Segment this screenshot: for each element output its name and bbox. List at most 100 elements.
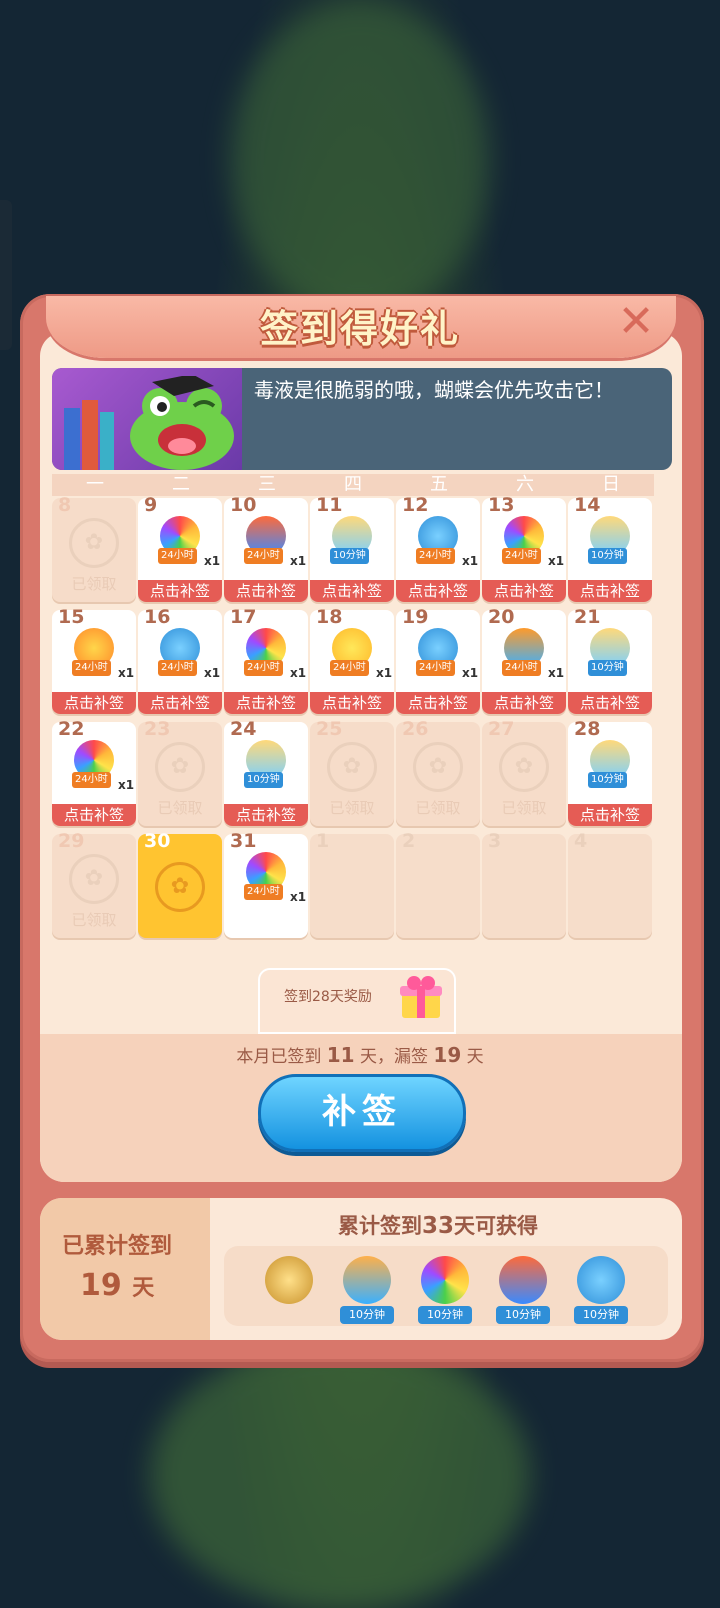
weekday-label: 日 bbox=[568, 474, 654, 496]
tip-banner: 毒液是很脆弱的哦，蝴蝶会优先攻击它！ bbox=[52, 368, 672, 470]
duration-tag: 24小时 bbox=[502, 660, 541, 676]
duration-tag: 24小时 bbox=[72, 660, 111, 676]
quantity-label: x1 bbox=[462, 554, 479, 568]
calendar-day[interactable]: 11 10分钟 点击补签 bbox=[310, 494, 394, 602]
duration-tag: 24小时 bbox=[72, 772, 111, 788]
makeup-cell-button[interactable]: 点击补签 bbox=[396, 580, 480, 602]
quantity-label: x1 bbox=[204, 666, 221, 680]
makeup-cell-button[interactable]: 点击补签 bbox=[310, 692, 394, 714]
weekday-label: 二 bbox=[138, 474, 224, 496]
makeup-cell-button[interactable]: 点击补签 bbox=[310, 580, 394, 602]
calendar-day[interactable]: 15 24小时 x1 点击补签 bbox=[52, 606, 136, 714]
day-number: 15 bbox=[58, 606, 85, 628]
calendar-day: 29 ✿ 已领取 bbox=[52, 830, 136, 938]
calendar-day: 3 bbox=[482, 830, 566, 938]
signin-stats: 本月已签到 11 天，漏签 19 天 bbox=[236, 1043, 484, 1067]
weekday-label: 四 bbox=[310, 474, 396, 496]
calendar-day: 2 bbox=[396, 830, 480, 938]
calendar-day[interactable]: 21 10分钟 点击补签 bbox=[568, 606, 652, 714]
duration-tag: 24小时 bbox=[502, 548, 541, 564]
reward-duration: 10分钟 bbox=[496, 1306, 550, 1324]
duration-tag: 24小时 bbox=[416, 548, 455, 564]
calendar-day[interactable]: 24 10分钟点击补签 bbox=[224, 718, 308, 826]
calendar-day[interactable]: 28 10分钟 点击补签 bbox=[568, 718, 652, 826]
day-number: 24 bbox=[230, 718, 257, 740]
makeup-cell-button[interactable]: 点击补签 bbox=[568, 692, 652, 714]
quantity-label: x1 bbox=[548, 666, 565, 680]
duration-tag: 24小时 bbox=[416, 660, 455, 676]
cumulative-reward[interactable]: 10分钟 bbox=[570, 1256, 632, 1324]
makeup-cell-button[interactable]: 点击补签 bbox=[396, 692, 480, 714]
day-number: 8 bbox=[58, 494, 72, 516]
cumulative-reward[interactable]: 10分钟 bbox=[492, 1256, 554, 1324]
day-number: 9 bbox=[144, 494, 158, 516]
book-icon bbox=[64, 408, 80, 470]
makeup-cell-button[interactable]: 点击补签 bbox=[482, 580, 566, 602]
frog-mascot-icon bbox=[130, 376, 234, 470]
gift-icon[interactable] bbox=[398, 974, 444, 1020]
quantity-label: x1 bbox=[118, 666, 135, 680]
calendar-day[interactable]: 30 ✿ bbox=[138, 830, 222, 938]
makeup-cell-button[interactable]: 点击补签 bbox=[224, 804, 308, 826]
cumulative-days: 19 天 bbox=[80, 1268, 155, 1303]
calendar-day: 27 ✿ 已领取 bbox=[482, 718, 566, 826]
makeup-cell-button[interactable]: 点击补签 bbox=[224, 580, 308, 602]
makeup-button[interactable]: 补签 bbox=[258, 1074, 466, 1152]
mystery-chest-icon bbox=[265, 1256, 313, 1304]
paw-icon: ✿ bbox=[155, 862, 205, 912]
day-number: 22 bbox=[58, 718, 85, 740]
duration-tag: 24小时 bbox=[158, 548, 197, 564]
banner-art bbox=[52, 368, 242, 470]
cumulative-reward[interactable] bbox=[258, 1256, 320, 1324]
weekday-label: 五 bbox=[396, 474, 482, 496]
day-number: 4 bbox=[574, 830, 588, 852]
calendar-day[interactable]: 17 24小时 x1 点击补签 bbox=[224, 606, 308, 714]
reward-duration: 10分钟 bbox=[418, 1306, 472, 1324]
cumulative-reward[interactable]: 10分钟 bbox=[414, 1256, 476, 1324]
day-number: 21 bbox=[574, 606, 601, 628]
calendar-day[interactable]: 9 24小时 x1 点击补签 bbox=[138, 494, 222, 602]
calendar-day[interactable]: 13 24小时 x1 点击补签 bbox=[482, 494, 566, 602]
paw-icon: ✿ bbox=[499, 742, 549, 792]
makeup-cell-button[interactable]: 点击补签 bbox=[568, 804, 652, 826]
tip-text: 毒液是很脆弱的哦，蝴蝶会优先攻击它！ bbox=[254, 378, 614, 402]
day-number: 26 bbox=[402, 718, 429, 740]
calendar-day[interactable]: 22 24小时 x1 点击补签 bbox=[52, 718, 136, 826]
quantity-label: x1 bbox=[118, 778, 135, 792]
makeup-cell-button[interactable]: 点击补签 bbox=[224, 692, 308, 714]
duration-tag: 10分钟 bbox=[588, 772, 627, 788]
duration-tag: 10分钟 bbox=[588, 548, 627, 564]
makeup-cell-button[interactable]: 点击补签 bbox=[482, 692, 566, 714]
quantity-label: x1 bbox=[376, 666, 393, 680]
blue-bird-icon bbox=[577, 1256, 625, 1304]
calendar-day[interactable]: 19 24小时 x1 点击补签 bbox=[396, 606, 480, 714]
paw-icon: ✿ bbox=[413, 742, 463, 792]
claimed-label: 已领取 bbox=[415, 799, 461, 817]
calendar-day[interactable]: 14 10分钟 点击补签 bbox=[568, 494, 652, 602]
calendar-day[interactable]: 18 24小时 x1 点击补签 bbox=[310, 606, 394, 714]
cumulative-goal: 累计签到33天可获得 bbox=[338, 1213, 539, 1239]
day-number: 13 bbox=[488, 494, 515, 516]
cumulative-reward[interactable]: 10分钟 bbox=[336, 1256, 398, 1324]
makeup-cell-button[interactable]: 点击补签 bbox=[138, 692, 222, 714]
calendar-day[interactable]: 12 24小时 x1 点击补签 bbox=[396, 494, 480, 602]
day-number: 29 bbox=[58, 830, 85, 852]
day-number: 3 bbox=[488, 830, 502, 852]
calendar-day[interactable]: 10 24小时 x1 点击补签 bbox=[224, 494, 308, 602]
close-icon[interactable]: ✕ bbox=[614, 300, 658, 344]
makeup-cell-button[interactable]: 点击补签 bbox=[52, 692, 136, 714]
calendar-day[interactable]: 16 24小时 x1 点击补签 bbox=[138, 606, 222, 714]
makeup-cell-button[interactable]: 点击补签 bbox=[138, 580, 222, 602]
missed-count: 19 bbox=[433, 1043, 462, 1067]
quantity-label: x1 bbox=[290, 890, 307, 904]
calendar-day[interactable]: 20 24小时 x1 点击补签 bbox=[482, 606, 566, 714]
quantity-label: x1 bbox=[548, 554, 565, 568]
modal-title: 签到得好礼 bbox=[259, 307, 460, 351]
rainbow-peacock-icon bbox=[421, 1256, 469, 1304]
duration-tag: 10分钟 bbox=[244, 772, 283, 788]
makeup-cell-button[interactable]: 点击补签 bbox=[568, 580, 652, 602]
day-number: 30 bbox=[144, 830, 171, 852]
makeup-cell-button[interactable]: 点击补签 bbox=[52, 804, 136, 826]
claimed-label: 已领取 bbox=[329, 799, 375, 817]
rockets-icon bbox=[499, 1256, 547, 1304]
